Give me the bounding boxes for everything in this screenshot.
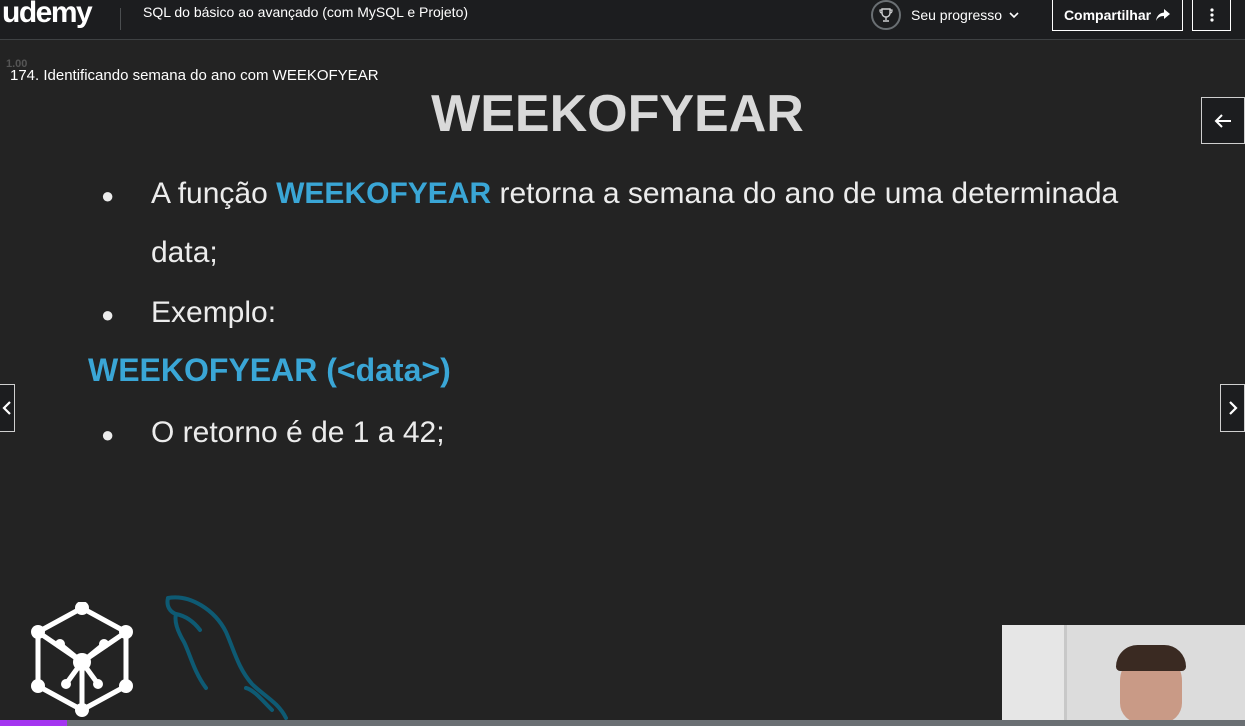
webcam-door-frame	[1064, 625, 1067, 720]
share-arrow-icon	[1156, 8, 1171, 21]
sidebar-toggle-button[interactable]	[1201, 97, 1245, 144]
bullet-3-text: O retorno é de 1 a 42;	[151, 416, 445, 449]
top-navigation-bar: udemy SQL do básico ao avançado (com MyS…	[0, 0, 1245, 40]
playback-progress-bar[interactable]	[0, 720, 1245, 726]
arrow-left-icon	[1214, 113, 1231, 128]
progress-ring	[871, 0, 901, 30]
bullet-1-function-name: WEEKOFYEAR	[276, 177, 492, 210]
progress-label: Seu progresso	[911, 7, 1003, 23]
network-cube-logo	[31, 602, 133, 717]
bullet-dot: ●	[101, 302, 115, 327]
bullet-1-line-2: data;	[151, 236, 218, 269]
share-button[interactable]: Compartilhar	[1052, 0, 1183, 31]
webcam-wall-left	[1002, 625, 1064, 720]
chevron-right-icon	[1228, 401, 1238, 415]
share-button-label: Compartilhar	[1063, 6, 1152, 23]
bullet-dot: ●	[101, 183, 115, 208]
lecture-title: 174. Identificando semana do ano com WEE…	[10, 67, 379, 84]
more-options-button[interactable]	[1192, 0, 1231, 31]
bullet-1-text-after: retorna a semana do ano de uma determina…	[491, 177, 1119, 210]
bullet-1-text-before: A função	[151, 177, 277, 210]
webcam-instructor-hair	[1116, 645, 1186, 671]
next-lecture-button[interactable]	[1220, 384, 1245, 432]
kebab-menu-icon	[1209, 7, 1214, 22]
slide-title: WEEKOFYEAR	[431, 85, 804, 143]
bullet-2-text: Exemplo:	[151, 296, 277, 329]
syntax-example: WEEKOFYEAR (<data>)	[88, 352, 451, 388]
trophy-icon	[879, 8, 893, 22]
course-title[interactable]: SQL do básico ao avançado (com MySQL e P…	[143, 4, 468, 20]
chevron-left-icon	[1, 401, 11, 415]
playback-progress-fill	[0, 720, 68, 726]
udemy-logo[interactable]: udemy	[2, 0, 93, 30]
bullet-dot: ●	[101, 422, 115, 447]
previous-lecture-button[interactable]	[0, 384, 15, 432]
progress-dropdown[interactable]: Seu progresso	[871, 0, 1020, 30]
mysql-dolphin-logo	[165, 595, 288, 720]
bullet-1-line-1: A função WEEKOFYEAR retorna a semana do …	[151, 177, 1118, 211]
video-player[interactable]: 1.00 174. Identificando semana do ano co…	[0, 40, 1245, 720]
instructor-webcam-video	[1002, 625, 1245, 720]
chevron-down-icon	[1009, 12, 1019, 19]
header-divider	[120, 8, 121, 30]
